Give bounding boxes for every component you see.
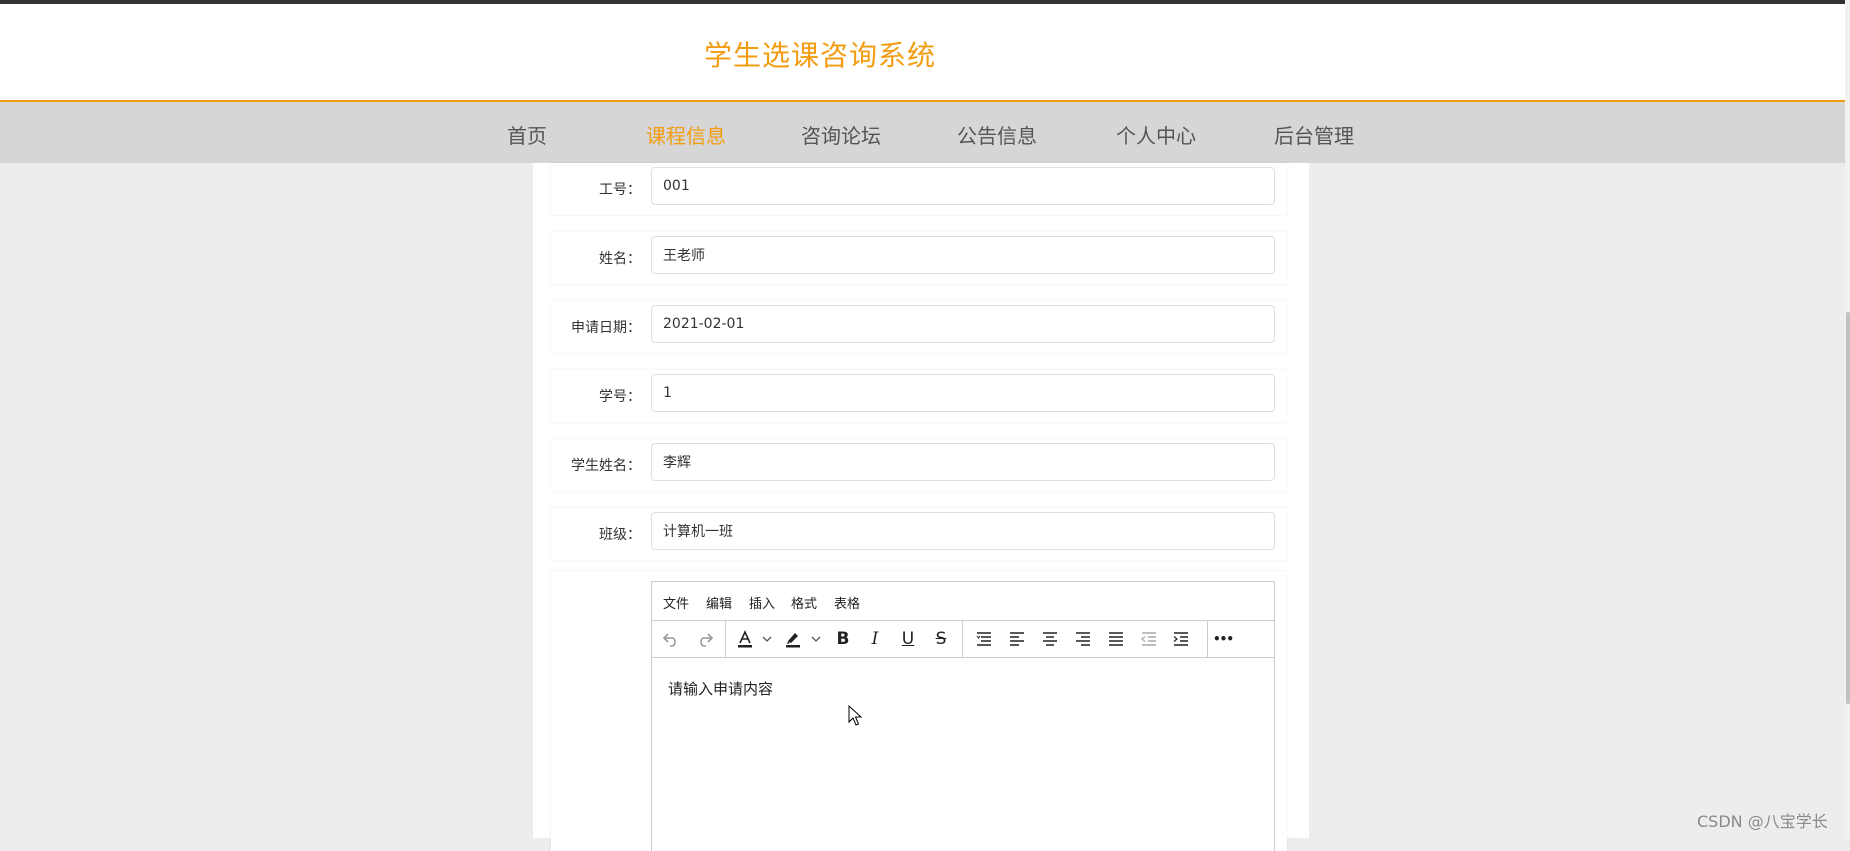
chevron-down-icon[interactable]: [809, 627, 823, 651]
italic-icon[interactable]: I: [862, 627, 888, 651]
form-row-student-id: 学号：: [551, 370, 1287, 422]
menu-insert[interactable]: 插入: [749, 593, 775, 612]
editor-content-area[interactable]: 请输入申请内容: [668, 678, 773, 699]
site-header: 学生选课咨询系统: [0, 4, 1845, 102]
more-icon[interactable]: •••: [1210, 627, 1236, 651]
form-row-class: 班级：: [551, 508, 1287, 560]
form-row-student-name: 学生姓名：: [551, 439, 1287, 491]
nav-item-admin[interactable]: 后台管理: [1274, 120, 1354, 149]
nav-item-home[interactable]: 首页: [507, 120, 547, 149]
class-label: 班级：: [599, 527, 641, 543]
editor-menubar: 文件 编辑 插入 格式 表格: [652, 582, 1274, 621]
form-row-content: 文件 编辑 插入 格式 表格 B I U S ••• 请输入申请内容: [551, 571, 1287, 851]
student-name-label: 学生姓名：: [571, 458, 641, 474]
nav-item-course-info[interactable]: 课程信息: [646, 120, 726, 149]
highlight-color-icon[interactable]: [780, 627, 806, 651]
form-row-name: 姓名：: [551, 232, 1287, 284]
scrollbar-thumb[interactable]: [1846, 312, 1850, 704]
rich-text-editor: 文件 编辑 插入 格式 表格 B I U S ••• 请输入申请内容: [651, 581, 1275, 851]
nav-item-personal-center[interactable]: 个人中心: [1116, 120, 1196, 149]
student-id-field[interactable]: [651, 374, 1275, 412]
redo-icon[interactable]: [692, 627, 718, 651]
menu-table[interactable]: 表格: [834, 593, 860, 612]
staff-id-field[interactable]: [651, 167, 1275, 205]
align-right-icon[interactable]: [1070, 627, 1096, 651]
toolbar-separator: [962, 620, 963, 657]
apply-date-label: 申请日期：: [571, 320, 641, 336]
menu-format[interactable]: 格式: [791, 593, 817, 612]
mouse-cursor-icon: [848, 705, 863, 726]
class-field[interactable]: [651, 512, 1275, 550]
outdent-icon[interactable]: [1136, 627, 1162, 651]
nav-item-announcements[interactable]: 公告信息: [957, 120, 1037, 149]
main-nav: 首页 课程信息 咨询论坛 公告信息 个人中心 后台管理: [0, 102, 1845, 163]
editor-placeholder: 请输入申请内容: [668, 680, 774, 698]
toolbar-separator: [1207, 620, 1208, 657]
chevron-down-icon[interactable]: [760, 627, 774, 651]
text-color-icon[interactable]: [732, 627, 758, 651]
bold-icon[interactable]: B: [830, 627, 856, 651]
align-left-icon[interactable]: [1004, 627, 1030, 651]
student-id-label: 学号：: [599, 389, 641, 405]
underline-icon[interactable]: U: [895, 627, 921, 651]
indent-icon[interactable]: [1168, 627, 1194, 651]
site-title: 学生选课咨询系统: [704, 39, 937, 72]
student-name-field[interactable]: [651, 443, 1275, 481]
line-height-icon[interactable]: [971, 627, 997, 651]
form-panel: 工号： 姓名： 申请日期： 学号： 学生姓名： 班级： 文件 编辑 插入 格式 …: [533, 163, 1309, 851]
align-center-icon[interactable]: [1037, 627, 1063, 651]
form-row-apply-date: 申请日期：: [551, 301, 1287, 353]
strikethrough-icon[interactable]: S: [928, 627, 954, 651]
toolbar-separator: [725, 620, 726, 657]
name-field[interactable]: [651, 236, 1275, 274]
staff-id-label: 工号：: [599, 182, 641, 198]
menu-edit[interactable]: 编辑: [706, 593, 732, 612]
menu-file[interactable]: 文件: [663, 593, 689, 612]
editor-toolbar: B I U S •••: [652, 620, 1274, 658]
name-label: 姓名：: [599, 251, 641, 267]
form-row-staff-id: 工号：: [551, 163, 1287, 215]
watermark-text: CSDN @八宝学长: [1697, 812, 1828, 831]
nav-item-forum[interactable]: 咨询论坛: [801, 120, 881, 149]
align-justify-icon[interactable]: [1103, 627, 1129, 651]
undo-icon[interactable]: [658, 627, 684, 651]
apply-date-field[interactable]: [651, 305, 1275, 343]
